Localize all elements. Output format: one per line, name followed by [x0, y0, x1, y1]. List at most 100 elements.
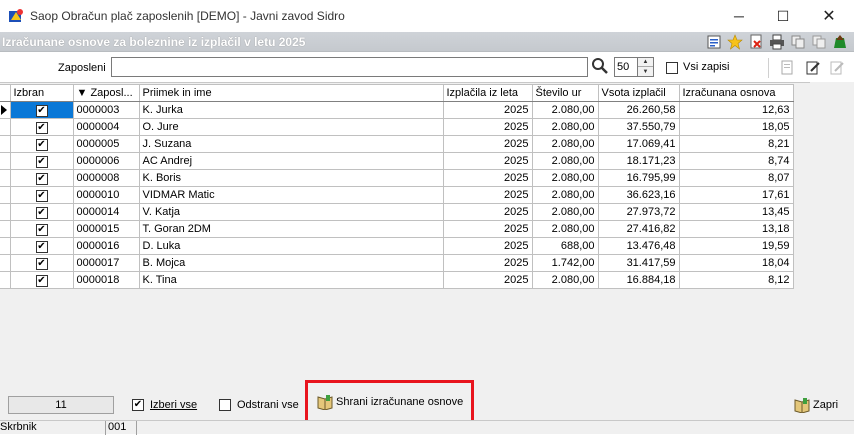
row-select-checkbox[interactable]: ✔	[9, 203, 74, 221]
row-indicator	[0, 237, 11, 255]
status-bar: Skrbnik 001	[0, 420, 854, 435]
row-select-checkbox[interactable]: ✔	[9, 220, 74, 238]
table-row[interactable]: ✔ 0000017 B. Mojca 2025 1.742,00 31.417,59 18,…	[0, 254, 794, 272]
row-indicator	[0, 203, 11, 221]
cell-base: 13,45	[678, 203, 794, 221]
row-select-checkbox[interactable]: ✔	[9, 101, 74, 119]
column-header-izbran[interactable]: Izbran	[9, 84, 74, 102]
row-checkbox[interactable]: ✔	[35, 172, 48, 185]
row-indicator	[0, 152, 11, 170]
record-limit-spinner[interactable]: ▲ ▼	[638, 57, 654, 77]
cell-employee-id: 0000014	[72, 203, 140, 221]
cell-hours: 2.080,00	[531, 203, 599, 221]
cell-employee-id: 0000004	[72, 118, 140, 136]
edit-document-icon[interactable]	[804, 59, 822, 77]
select-all-label[interactable]: Izberi vse	[150, 399, 197, 411]
cell-name: VIDMAR Matic	[138, 186, 444, 204]
row-select-checkbox[interactable]: ✔	[9, 237, 74, 255]
column-header-priimek-ime[interactable]: Priimek in ime	[138, 84, 444, 102]
form-title: Izračunane osnove za boleznine iz izplač…	[2, 34, 306, 49]
row-checkbox[interactable]: ✔	[35, 121, 48, 134]
table-row[interactable]: ✔ 0000005 J. Suzana 2025 2.080,00 17.069,41 8,…	[0, 135, 794, 153]
table-row[interactable]: ✔ 0000018 K. Tina 2025 2.080,00 16.884,18 8,12	[0, 271, 794, 289]
deselect-all-checkbox[interactable]	[219, 399, 231, 411]
table-row[interactable]: ✔ 0000010 VIDMAR Matic 2025 2.080,00 36.623,1…	[0, 186, 794, 204]
column-header-vsota-izplacil[interactable]: Vsota izplačil	[597, 84, 680, 102]
row-checkbox[interactable]: ✔	[35, 189, 48, 202]
exit-icon[interactable]	[829, 33, 850, 51]
row-select-checkbox[interactable]: ✔	[9, 254, 74, 272]
record-limit-input[interactable]: 50	[614, 57, 638, 77]
row-checkbox[interactable]: ✔	[35, 274, 48, 287]
maximize-button[interactable]: ☐	[760, 0, 806, 32]
new-document-icon[interactable]	[778, 59, 796, 77]
cell-employee-id: 0000006	[72, 152, 140, 170]
spin-up-icon[interactable]: ▲	[638, 58, 653, 67]
row-indicator-header	[0, 84, 11, 102]
row-select-checkbox[interactable]: ✔	[9, 135, 74, 153]
row-checkbox[interactable]: ✔	[35, 138, 48, 151]
row-select-checkbox[interactable]: ✔	[9, 169, 74, 187]
cell-year: 2025	[442, 254, 533, 272]
table-row[interactable]: ✔ 0000006 AC Andrej 2025 2.080,00 18.171,23 8,…	[0, 152, 794, 170]
row-indicator	[0, 186, 11, 204]
column-header-izplacila-iz-leta[interactable]: Izplačila iz leta	[442, 84, 533, 102]
app-icon	[9, 9, 23, 22]
row-checkbox[interactable]: ✔	[35, 104, 48, 117]
row-checkbox[interactable]: ✔	[35, 257, 48, 270]
cell-employee-id: 0000008	[72, 169, 140, 187]
cell-base: 8,74	[678, 152, 794, 170]
cell-sum: 18.171,23	[597, 152, 680, 170]
cell-year: 2025	[442, 118, 533, 136]
row-select-checkbox[interactable]: ✔	[9, 186, 74, 204]
search-icon[interactable]	[591, 57, 609, 75]
employee-search-input[interactable]	[111, 57, 588, 77]
column-header-izracunana-osnova[interactable]: Izračunana osnova	[678, 84, 794, 102]
row-indicator	[0, 135, 11, 153]
cell-name: K. Boris	[138, 169, 444, 187]
cell-year: 2025	[442, 203, 533, 221]
table-row[interactable]: ✔ 0000003 K. Jurka 2025 2.080,00 26.260,58 12,…	[0, 101, 794, 119]
row-checkbox[interactable]: ✔	[35, 155, 48, 168]
cell-sum: 16.795,99	[597, 169, 680, 187]
row-checkbox[interactable]: ✔	[35, 206, 48, 219]
deselect-all-label[interactable]: Odstrani vse	[237, 399, 299, 411]
table-row[interactable]: ✔ 0000016 D. Luka 2025 688,00 13.476,48 19,59	[0, 237, 794, 255]
row-checkbox[interactable]: ✔	[35, 223, 48, 236]
cell-hours: 688,00	[531, 237, 599, 255]
close-window-button[interactable]: ✕	[806, 0, 852, 32]
cell-name: T. Goran 2DM	[138, 220, 444, 238]
column-header-stevilo-ur[interactable]: Število ur	[531, 84, 599, 102]
data-grid-area: Izbran ▼ Zaposl... Priimek in ime Izplač…	[0, 82, 810, 380]
row-select-checkbox[interactable]: ✔	[9, 271, 74, 289]
cell-base: 12,63	[678, 101, 794, 119]
table-row[interactable]: ✔ 0000015 T. Goran 2DM 2025 2.080,00 27.416,8…	[0, 220, 794, 238]
list-settings-icon[interactable]	[703, 33, 724, 51]
edit-disabled-icon[interactable]	[828, 59, 846, 77]
delete-document-icon[interactable]	[745, 33, 766, 51]
minimize-button[interactable]: ─	[716, 0, 762, 32]
select-all-checkbox[interactable]: ✔	[132, 399, 144, 411]
close-button[interactable]: Zapri	[794, 397, 838, 413]
column-header-zaposleni[interactable]: ▼ Zaposl...	[72, 84, 140, 102]
table-row[interactable]: ✔ 0000008 K. Boris 2025 2.080,00 16.795,99 8,0…	[0, 169, 794, 187]
row-indicator	[0, 254, 11, 272]
row-checkbox[interactable]: ✔	[35, 240, 48, 253]
spin-down-icon[interactable]: ▼	[638, 67, 653, 76]
cell-employee-id: 0000010	[72, 186, 140, 204]
paste-icon[interactable]	[808, 33, 829, 51]
print-icon[interactable]	[766, 33, 787, 51]
save-bases-button[interactable]: Shrani izračunane osnove	[305, 380, 474, 424]
cell-hours: 2.080,00	[531, 135, 599, 153]
table-row[interactable]: ✔ 0000004 O. Jure 2025 2.080,00 37.550,79 18,0…	[0, 118, 794, 136]
table-row[interactable]: ✔ 0000014 V. Katja 2025 2.080,00 27.973,72 13,…	[0, 203, 794, 221]
row-select-checkbox[interactable]: ✔	[9, 118, 74, 136]
window-title: Saop Obračun plač zaposlenih [DEMO] - Ja…	[30, 9, 345, 23]
star-favorite-icon[interactable]	[724, 33, 745, 51]
cell-year: 2025	[442, 220, 533, 238]
row-select-checkbox[interactable]: ✔	[9, 152, 74, 170]
copy-icon[interactable]	[787, 33, 808, 51]
all-records-checkbox[interactable]	[666, 62, 678, 74]
cell-hours: 1.742,00	[531, 254, 599, 272]
cell-base: 8,07	[678, 169, 794, 187]
